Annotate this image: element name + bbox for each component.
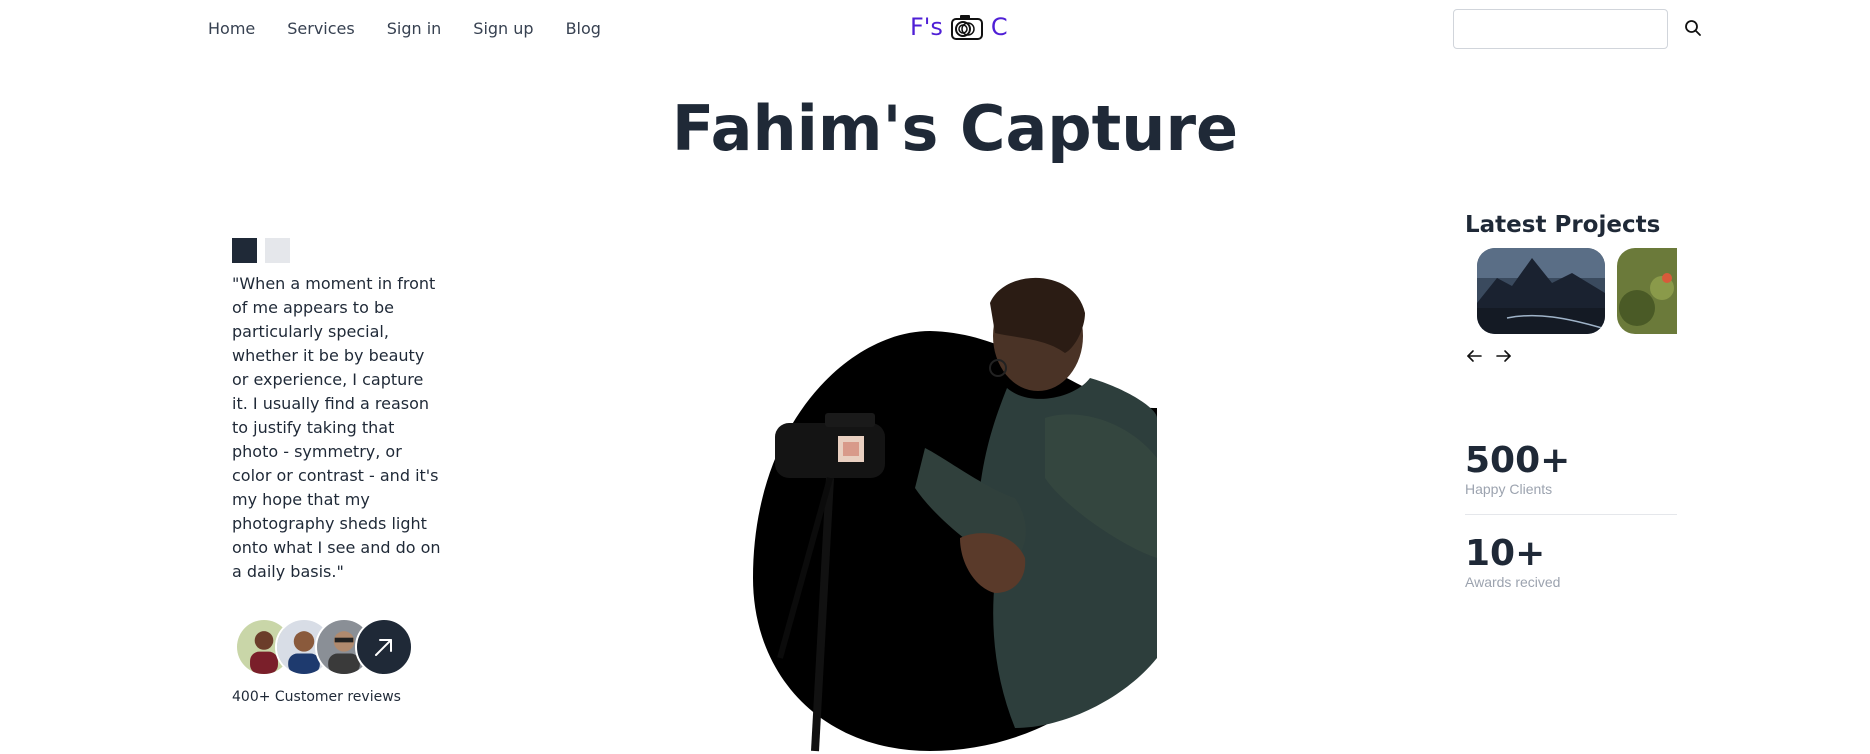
logo-text-right: C <box>990 13 1008 41</box>
view-reviews-button[interactable] <box>355 618 413 676</box>
stat-value: 10+ <box>1465 533 1546 574</box>
nav-link-sign-in[interactable]: Sign in <box>387 19 442 38</box>
stat-label: Awards recived <box>1465 574 1561 590</box>
page-title: Fahim's Capture <box>671 92 1239 165</box>
hero-photographer-image <box>753 277 1157 752</box>
nav-link-home[interactable]: Home <box>208 19 255 38</box>
camera-icon <box>950 15 983 40</box>
latest-projects-title: Latest Projects <box>1465 212 1661 238</box>
stat-awards: 10+ Awards recived <box>1465 533 1561 591</box>
testimonial-pager <box>232 238 290 263</box>
pager-dot[interactable] <box>265 238 290 263</box>
nav-links: Home Services Sign in Sign up Blog <box>208 19 633 38</box>
arrow-up-right-icon <box>375 639 392 656</box>
reviews-count: 400+ Customer reviews <box>232 689 401 705</box>
arrow-left-icon[interactable] <box>1465 347 1483 365</box>
stat-happy-clients: 500+ Happy Clients <box>1465 440 1571 498</box>
stat-divider <box>1465 514 1677 515</box>
top-navbar: Home Services Sign in Sign up Blog F's C <box>0 0 1870 60</box>
nav-link-sign-up[interactable]: Sign up <box>473 19 533 38</box>
carousel-controls <box>1465 347 1513 365</box>
customer-avatars <box>235 618 425 678</box>
pager-dot-active[interactable] <box>232 238 257 263</box>
search-icon[interactable] <box>1683 18 1703 38</box>
site-logo[interactable]: F's C <box>910 12 1008 42</box>
search-input[interactable] <box>1453 9 1668 49</box>
latest-projects-carousel <box>1477 248 1677 334</box>
nav-link-blog[interactable]: Blog <box>566 19 601 38</box>
project-thumbnail[interactable] <box>1617 248 1677 334</box>
nav-link-services[interactable]: Services <box>287 19 354 38</box>
logo-text-left: F's <box>910 13 943 41</box>
arrow-right-icon[interactable] <box>1495 347 1513 365</box>
stat-label: Happy Clients <box>1465 481 1553 497</box>
testimonial-quote: "When a moment in front of me appears to… <box>232 274 441 581</box>
stat-value: 500+ <box>1465 440 1571 481</box>
project-thumbnail[interactable] <box>1477 248 1605 334</box>
